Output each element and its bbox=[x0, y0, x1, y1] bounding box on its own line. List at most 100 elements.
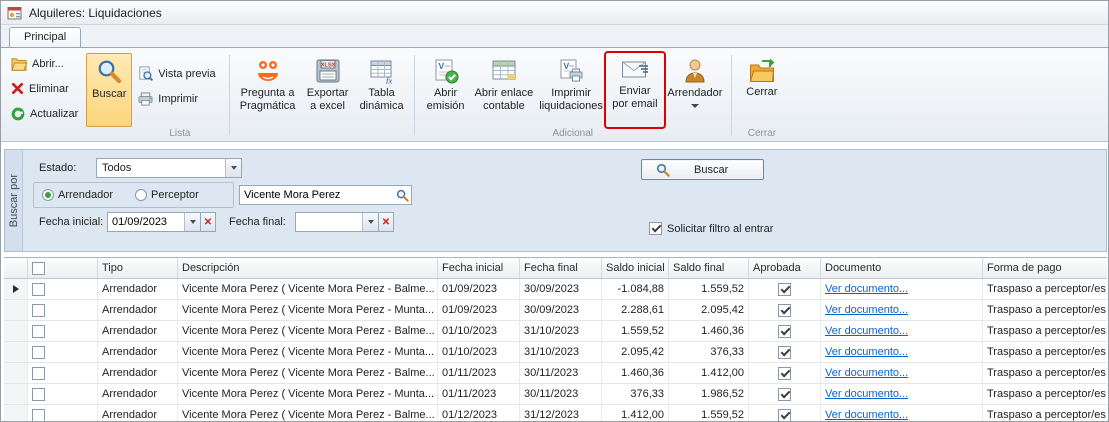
table-row[interactable]: ArrendadorVicente Mora Perez ( Vicente M… bbox=[4, 342, 1107, 363]
abrir-emision-button[interactable]: V Abrir emisión bbox=[420, 53, 472, 127]
enviar-por-email-button[interactable]: Enviar por email bbox=[606, 53, 664, 127]
svg-text:V: V bbox=[564, 61, 570, 71]
ver-documento-link[interactable]: Ver documento... bbox=[825, 304, 908, 316]
arrendador-button[interactable]: Arrendador bbox=[664, 53, 726, 127]
column-header-saldo-inicial[interactable]: Saldo inicial bbox=[602, 258, 669, 278]
aprobada-checkbox[interactable] bbox=[778, 304, 791, 317]
row-select-cell[interactable] bbox=[28, 279, 98, 299]
tabla-dinamica-label: Tabla dinámica bbox=[360, 87, 404, 113]
excel-export-icon: XLSX bbox=[315, 58, 341, 84]
row-checkbox[interactable] bbox=[32, 346, 45, 359]
radio-perceptor-dot[interactable] bbox=[135, 189, 147, 201]
ver-documento-link[interactable]: Ver documento... bbox=[825, 325, 908, 337]
column-header-aprobada[interactable]: Aprobada bbox=[749, 258, 821, 278]
vista-previa-button[interactable]: Vista previa bbox=[136, 63, 223, 84]
aprobada-checkbox[interactable] bbox=[778, 367, 791, 380]
row-checkbox[interactable] bbox=[32, 388, 45, 401]
solicitar-filtro-checkbox[interactable] bbox=[649, 222, 662, 235]
fecha-inicial-clear-icon[interactable]: ✕ bbox=[201, 212, 216, 232]
tab-principal[interactable]: Principal bbox=[9, 27, 81, 47]
fecha-inicial-input[interactable] bbox=[108, 213, 184, 231]
fecha-final-dropdown-icon[interactable] bbox=[362, 213, 378, 231]
pregunta-pragmatica-button[interactable]: Pregunta a Pragmática bbox=[235, 53, 301, 127]
row-checkbox[interactable] bbox=[32, 304, 45, 317]
column-header-documento[interactable]: Documento bbox=[821, 258, 983, 278]
column-header-descripcion[interactable]: Descripción bbox=[178, 258, 438, 278]
buscar-filter-label: Buscar bbox=[694, 164, 728, 176]
solicitar-filtro-checkbox-row[interactable]: Solicitar filtro al entrar bbox=[649, 222, 773, 235]
cell-fecha-final: 31/10/2023 bbox=[520, 342, 602, 362]
ver-documento-link[interactable]: Ver documento... bbox=[825, 388, 908, 400]
imprimir-button[interactable]: Imprimir bbox=[136, 88, 223, 109]
column-header-fecha-final[interactable]: Fecha final bbox=[520, 258, 602, 278]
table-row[interactable]: ArrendadorVicente Mora Perez ( Vicente M… bbox=[4, 363, 1107, 384]
tabla-dinamica-button[interactable]: fx Tabla dinámica bbox=[355, 53, 409, 127]
cell-saldo-inicial: 1.412,00 bbox=[602, 405, 669, 421]
ribbon-tab-row: Principal bbox=[1, 25, 1108, 47]
table-row[interactable]: ArrendadorVicente Mora Perez ( Vicente M… bbox=[4, 279, 1107, 300]
row-select-cell[interactable] bbox=[28, 321, 98, 341]
radio-arrendador[interactable]: Arrendador bbox=[42, 189, 113, 201]
estado-combobox[interactable]: Todos bbox=[96, 158, 242, 178]
radio-arrendador-dot[interactable] bbox=[42, 189, 54, 201]
row-select-cell[interactable] bbox=[28, 363, 98, 383]
fecha-final-input[interactable] bbox=[296, 213, 362, 231]
column-header-tipo[interactable]: Tipo bbox=[98, 258, 178, 278]
aprobada-checkbox[interactable] bbox=[778, 325, 791, 338]
aprobada-checkbox[interactable] bbox=[778, 388, 791, 401]
row-checkbox[interactable] bbox=[32, 283, 45, 296]
exportar-excel-label: Exportar a excel bbox=[307, 87, 349, 113]
field-search-icon[interactable] bbox=[393, 186, 411, 204]
select-all-checkbox[interactable] bbox=[32, 262, 45, 275]
cell-fecha-final: 31/12/2023 bbox=[520, 405, 602, 421]
fecha-inicial-field[interactable] bbox=[107, 212, 201, 232]
radio-perceptor[interactable]: Perceptor bbox=[135, 189, 199, 201]
buscar-filter-button[interactable]: Buscar bbox=[641, 159, 764, 180]
row-checkbox[interactable] bbox=[32, 409, 45, 422]
table-row[interactable]: ArrendadorVicente Mora Perez ( Vicente M… bbox=[4, 300, 1107, 321]
app-icon bbox=[7, 5, 23, 21]
header-select-cell[interactable] bbox=[28, 258, 98, 278]
abrir-emision-label: Abrir emisión bbox=[427, 87, 465, 113]
aprobada-checkbox[interactable] bbox=[778, 409, 791, 422]
column-header-fecha-inicial[interactable]: Fecha inicial bbox=[438, 258, 520, 278]
ver-documento-link[interactable]: Ver documento... bbox=[825, 346, 908, 358]
fecha-final-clear-icon[interactable]: ✕ bbox=[379, 212, 394, 232]
row-select-cell[interactable] bbox=[28, 300, 98, 320]
row-checkbox[interactable] bbox=[32, 367, 45, 380]
table-row[interactable]: ArrendadorVicente Mora Perez ( Vicente M… bbox=[4, 405, 1107, 421]
row-select-cell[interactable] bbox=[28, 342, 98, 362]
vista-previa-label: Vista previa bbox=[158, 68, 215, 80]
cerrar-button[interactable]: Cerrar bbox=[737, 53, 787, 127]
eliminar-button[interactable]: Eliminar bbox=[9, 78, 86, 99]
estado-dropdown-icon[interactable] bbox=[225, 159, 241, 177]
tipo-radio-groupbox: Arrendador Perceptor bbox=[33, 182, 234, 208]
abrir-button[interactable]: Abrir... bbox=[9, 53, 86, 74]
ver-documento-link[interactable]: Ver documento... bbox=[825, 367, 908, 379]
buscar-ribbon-button[interactable]: Buscar bbox=[86, 53, 132, 127]
cell-aprobada bbox=[749, 342, 821, 362]
ver-documento-link[interactable]: Ver documento... bbox=[825, 283, 908, 295]
fecha-inicial-dropdown-icon[interactable] bbox=[184, 213, 200, 231]
nombre-search-input[interactable] bbox=[240, 186, 393, 204]
row-select-cell[interactable] bbox=[28, 384, 98, 404]
aprobada-checkbox[interactable] bbox=[778, 283, 791, 296]
close-folder-icon bbox=[749, 58, 775, 83]
cell-saldo-final: 2.095,42 bbox=[669, 300, 749, 320]
radio-arrendador-label: Arrendador bbox=[58, 189, 113, 201]
cell-saldo-inicial: 2.288,61 bbox=[602, 300, 669, 320]
row-checkbox[interactable] bbox=[32, 325, 45, 338]
aprobada-checkbox[interactable] bbox=[778, 346, 791, 359]
nombre-search-field[interactable] bbox=[239, 185, 412, 205]
actualizar-button[interactable]: Actualizar bbox=[9, 103, 86, 124]
exportar-excel-button[interactable]: XLSX Exportar a excel bbox=[301, 53, 355, 127]
imprimir-liquidaciones-button[interactable]: V Imprimir liquidaciones bbox=[536, 53, 606, 127]
table-row[interactable]: ArrendadorVicente Mora Perez ( Vicente M… bbox=[4, 321, 1107, 342]
column-header-forma-de-pago[interactable]: Forma de pago bbox=[983, 258, 1107, 278]
table-row[interactable]: ArrendadorVicente Mora Perez ( Vicente M… bbox=[4, 384, 1107, 405]
fecha-final-field[interactable] bbox=[295, 212, 379, 232]
column-header-saldo-final[interactable]: Saldo final bbox=[669, 258, 749, 278]
ver-documento-link[interactable]: Ver documento... bbox=[825, 409, 908, 421]
row-select-cell[interactable] bbox=[28, 405, 98, 421]
abrir-enlace-contable-button[interactable]: Abrir enlace contable bbox=[472, 53, 537, 127]
